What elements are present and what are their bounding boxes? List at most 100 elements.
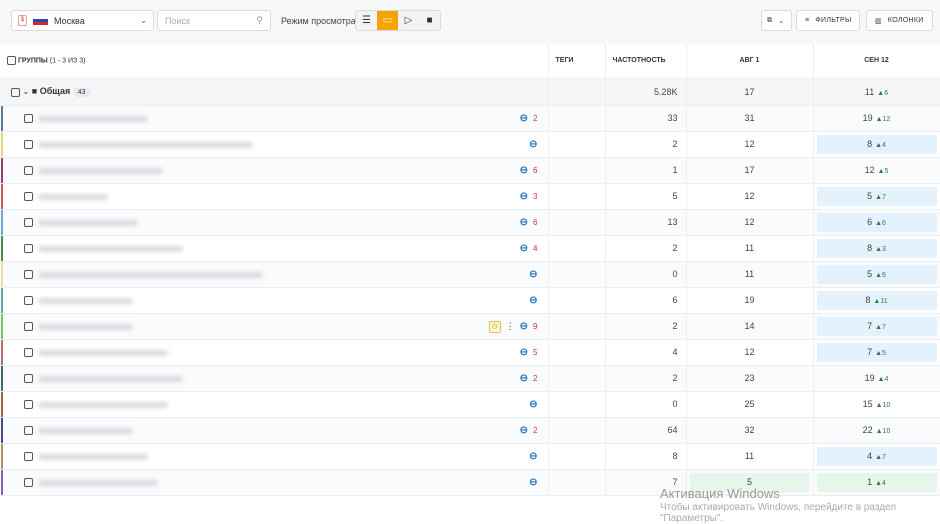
link-icon[interactable]: ⊖ xyxy=(520,243,528,254)
row-checkbox[interactable] xyxy=(24,425,33,435)
tags-cell[interactable] xyxy=(548,287,606,314)
tags-cell[interactable] xyxy=(548,391,606,418)
header-date1[interactable]: АВГ 1 xyxy=(686,44,814,79)
frequency-cell: 2 xyxy=(605,235,687,262)
row-checkbox[interactable] xyxy=(24,269,33,279)
date2-delta: 11 xyxy=(880,298,888,305)
header-tags[interactable]: ТЕГИ xyxy=(548,44,606,79)
tags-cell[interactable] xyxy=(548,365,606,392)
header-frequency[interactable]: ЧАСТОТНОСТЬ xyxy=(605,44,687,79)
row-checkbox[interactable] xyxy=(24,139,33,149)
table-row[interactable]: ⊖ 6 1 17 12 ▲5 xyxy=(0,157,940,184)
more-icon[interactable]: ⋮ xyxy=(506,321,515,332)
tags-cell[interactable] xyxy=(548,183,606,210)
group-date1: 17 xyxy=(686,78,814,106)
select-all-checkbox[interactable] xyxy=(7,56,16,66)
table-row[interactable]: ⊖ 2 33 31 19 ▲12 xyxy=(0,105,940,132)
link-icon[interactable]: ⊖ xyxy=(520,321,528,332)
list-view-icon[interactable]: ☰ xyxy=(356,11,377,30)
date1-value: 12 xyxy=(744,217,755,227)
keyword-text-blurred xyxy=(38,297,133,304)
link-icon[interactable]: ⊖ xyxy=(529,139,537,150)
link-icon[interactable]: ⊖ xyxy=(520,165,528,176)
tags-cell[interactable] xyxy=(548,157,606,184)
row-checkbox[interactable] xyxy=(24,451,33,461)
folder-view-icon[interactable]: ▭ xyxy=(377,11,398,30)
tags-cell[interactable] xyxy=(548,313,606,340)
link-icon[interactable]: ⊖ xyxy=(520,425,528,436)
location-pin-icon: $ xyxy=(18,15,27,26)
group-checkbox[interactable] xyxy=(11,87,20,97)
link-icon[interactable]: ⊖ xyxy=(529,399,537,410)
keyword-text-blurred xyxy=(38,245,183,252)
date1-cell: 11 xyxy=(686,443,814,470)
row-checkbox[interactable] xyxy=(24,373,33,383)
filters-button[interactable]: ≡ ФИЛЬТРЫ xyxy=(796,10,861,31)
header-date2[interactable]: СЕН 12 xyxy=(813,44,940,79)
table-row[interactable]: ⊖ 0 11 5 ▲6 xyxy=(0,261,940,288)
row-checkbox[interactable] xyxy=(24,165,33,175)
row-checkbox[interactable] xyxy=(24,321,33,331)
group-date2-delta: 6 xyxy=(884,89,889,97)
tags-cell[interactable] xyxy=(548,443,606,470)
watermark-subtitle: Чтобы активировать Windows, перейдите в … xyxy=(660,502,897,524)
frequency-cell: 2 xyxy=(605,131,687,158)
tags-cell[interactable] xyxy=(548,469,606,496)
tags-cell[interactable] xyxy=(548,105,606,132)
table-row[interactable]: ⊖ 6 19 8 ▲11 xyxy=(0,287,940,314)
tags-cell[interactable] xyxy=(548,339,606,366)
columns-button[interactable]: ▥ КОЛОНКИ xyxy=(866,10,933,31)
link-icon[interactable]: ⊖ xyxy=(520,191,528,202)
link-icon[interactable]: ⊖ xyxy=(529,269,537,280)
date2-cell: 8 ▲11 xyxy=(813,287,940,314)
row-checkbox[interactable] xyxy=(24,113,33,123)
region-select[interactable]: $ Москва ⌄ xyxy=(11,10,154,31)
table-row[interactable]: ⊖ 5 4 12 7 ▲5 xyxy=(0,339,940,366)
table-row[interactable]: ◷ ⋮ ⊖ 9 2 14 7 ▲7 xyxy=(0,313,940,340)
keywords-table: ГРУППЫ (1 - 3 ИЗ 3) ТЕГИ ЧАСТОТНОСТЬ АВГ… xyxy=(0,44,940,496)
group-date2: 11 ▲6 xyxy=(813,78,940,106)
row-checkbox[interactable] xyxy=(24,347,33,357)
date1-cell: 25 xyxy=(686,391,814,418)
keyword-cell: ⊖ xyxy=(0,469,549,496)
tags-cell[interactable] xyxy=(548,261,606,288)
row-checkbox[interactable] xyxy=(24,295,33,305)
link-icon[interactable]: ⊖ xyxy=(529,295,537,306)
table-row[interactable]: ⊖ 3 5 12 5 ▲7 xyxy=(0,183,940,210)
keyword-cell: ⊖ 2 xyxy=(0,365,549,392)
tags-cell[interactable] xyxy=(548,131,606,158)
table-row[interactable]: ⊖ 8 11 4 ▲7 xyxy=(0,443,940,470)
search-input[interactable]: Поиск ⚲ xyxy=(157,10,271,31)
tags-cell[interactable] xyxy=(548,209,606,236)
tags-cell[interactable] xyxy=(548,417,606,444)
row-checkbox[interactable] xyxy=(24,477,33,487)
tag-view-icon[interactable]: ▷ xyxy=(398,11,419,30)
table-row[interactable]: ⊖ 2 2 23 19 ▲4 xyxy=(0,365,940,392)
up-arrow-icon: ▲5 xyxy=(875,350,886,357)
link-count: 2 xyxy=(533,425,538,435)
row-checkbox[interactable] xyxy=(24,399,33,409)
table-row[interactable]: ⊖ 2 12 8 ▲4 xyxy=(0,131,940,158)
group-row[interactable]: ⌄ ■ Общая 43 5.28K 17 11 ▲6 xyxy=(0,78,940,106)
table-row[interactable]: ⊖ 6 13 12 6 ▲6 xyxy=(0,209,940,236)
link-icon[interactable]: ⊖ xyxy=(529,477,537,488)
region-value: Москва xyxy=(54,15,85,26)
clock-icon[interactable]: ◷ xyxy=(488,320,501,333)
table-row[interactable]: ⊖ 0 25 15 ▲10 xyxy=(0,391,940,418)
table-row[interactable]: ⊖ 7 5 1 ▲4 xyxy=(0,469,940,496)
link-icon[interactable]: ⊖ xyxy=(529,451,537,462)
link-icon[interactable]: ⊖ xyxy=(520,373,528,384)
row-checkbox[interactable] xyxy=(24,243,33,253)
chevron-down-icon[interactable]: ⌄ xyxy=(23,87,30,96)
link-icon[interactable]: ⊖ xyxy=(520,217,528,228)
link-icon[interactable]: ⊖ xyxy=(520,347,528,358)
keyword-text-blurred xyxy=(38,479,158,486)
tags-cell[interactable] xyxy=(548,235,606,262)
row-checkbox[interactable] xyxy=(24,191,33,201)
dark-folder-view-icon[interactable]: ■ xyxy=(419,11,440,30)
link-icon[interactable]: ⊖ xyxy=(520,113,528,124)
table-row[interactable]: ⊖ 4 2 11 8 ▲3 xyxy=(0,235,940,262)
copy-menu-button[interactable]: ⧉ ⌄ xyxy=(761,10,792,31)
table-row[interactable]: ⊖ 2 64 32 22 ▲10 xyxy=(0,417,940,444)
row-checkbox[interactable] xyxy=(24,217,33,227)
